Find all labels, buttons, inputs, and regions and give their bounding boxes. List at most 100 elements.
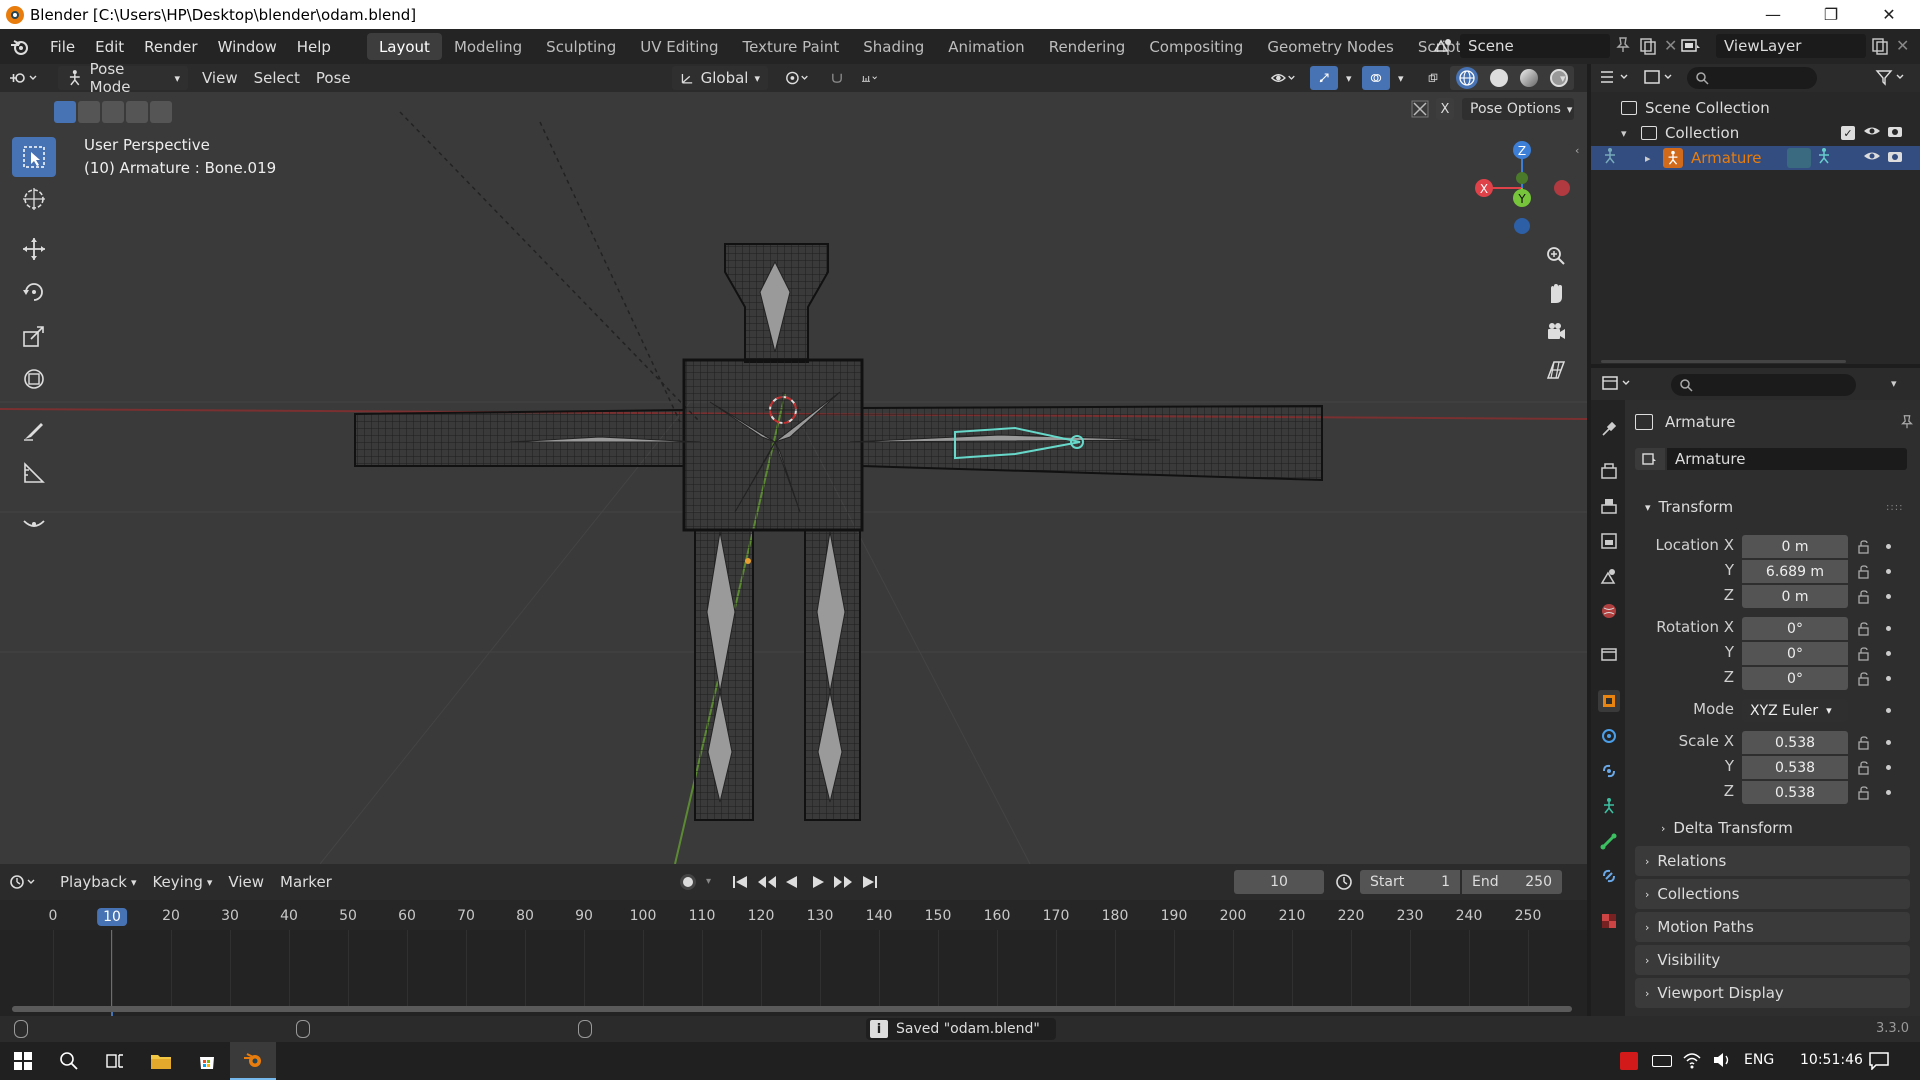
editor-type-icon[interactable] [0,66,52,90]
xray-toggle-icon[interactable] [1420,66,1446,90]
location-x-field[interactable]: 0 m [1742,535,1848,558]
end-frame-field[interactable]: End 250 [1462,870,1562,894]
collections-panel[interactable]: › Collections [1635,879,1910,909]
rotation-mode-dropdown[interactable]: XYZ Euler ▾ [1742,699,1848,722]
cursor-tool[interactable] [12,179,56,219]
playback-menu[interactable]: Playback ▾ [52,870,144,894]
select-invert-icon[interactable] [126,101,148,123]
scene-browse-icon[interactable] [1428,34,1458,58]
select-subtract-icon[interactable] [102,101,124,123]
task-view-icon[interactable] [92,1042,138,1080]
camera-icon[interactable] [1540,316,1572,348]
battery-icon[interactable] [1652,1055,1672,1067]
material-shading-icon[interactable] [1520,69,1538,87]
select-box-tool[interactable] [12,137,56,177]
menu-help[interactable]: Help [287,29,341,64]
status-report[interactable]: i Saved "odam.blend" [866,1018,1056,1040]
chevron-down-icon[interactable]: ▾ [1552,66,1572,90]
marker-menu[interactable]: Marker [272,870,340,894]
wifi-icon[interactable] [1682,1050,1702,1074]
viewport-display-panel[interactable]: › Viewport Display [1635,978,1910,1008]
menu-edit[interactable]: Edit [85,29,134,64]
move-tool[interactable] [12,229,56,269]
lock-icon[interactable] [1857,761,1873,775]
object-name-field[interactable]: Armature [1667,448,1907,470]
notifications-icon[interactable] [1868,1050,1890,1074]
start-frame-field[interactable]: Start 1 [1360,870,1460,894]
properties-editor-type-icon[interactable] [1601,374,1641,394]
snap-target-icon[interactable] [852,66,888,90]
eye-icon[interactable] [1863,124,1881,142]
solid-shading-icon[interactable] [1490,69,1508,87]
chevron-right-icon[interactable]: ▸ [1645,152,1657,165]
properties-search-input[interactable] [1671,374,1856,396]
keyframe-dot-icon[interactable] [1886,569,1891,574]
jump-end-icon[interactable] [858,873,880,891]
tool-tab-icon[interactable] [1598,418,1620,440]
wireframe-shading-icon[interactable] [1456,67,1478,89]
outliner-editor-type-icon[interactable] [1599,68,1639,88]
pose-bones-icon[interactable] [1815,147,1833,169]
outliner-row-scene-collection[interactable]: Scene Collection [1591,96,1920,120]
menu-select[interactable]: Select [246,66,308,90]
keyframe-dot-icon[interactable] [1886,765,1891,770]
menu-file[interactable]: File [40,29,85,64]
relations-panel[interactable]: › Relations [1635,846,1910,876]
zoom-icon[interactable] [1540,240,1572,272]
navigation-gizmo[interactable]: Z X Y [1470,132,1580,242]
language-indicator[interactable]: ENG [1744,1052,1774,1068]
timeline-area[interactable]: 0 10 20 30 40 50 60 70 80 90 100 110 120 130 140 150 160… [0,900,1587,1020]
viewlayer-name-field[interactable]: ViewLayer [1716,34,1866,58]
delta-transform-panel[interactable]: › Delta Transform [1651,813,1910,843]
tab-uv-editing[interactable]: UV Editing [628,33,730,60]
rotate-tool[interactable] [12,272,56,312]
chevron-down-icon[interactable]: ▾ [706,876,711,887]
menu-render[interactable]: Render [134,29,207,64]
lock-icon[interactable] [1857,647,1873,661]
store-icon[interactable] [184,1042,230,1080]
scene-name-field[interactable]: Scene [1460,34,1610,58]
keyframe-dot-icon[interactable] [1886,544,1891,549]
next-keyframe-icon[interactable] [832,873,854,891]
rotation-z-field[interactable]: 0° [1742,667,1848,690]
relax-pose-tool[interactable] [12,502,56,542]
prev-keyframe-icon[interactable] [756,873,778,891]
clock-icon[interactable] [1334,872,1354,892]
tab-compositing[interactable]: Compositing [1137,33,1255,60]
xmirror-icon[interactable] [1410,99,1434,121]
snap-icon[interactable] [822,66,852,90]
tab-modeling[interactable]: Modeling [442,33,534,60]
blender-menu-icon[interactable] [0,29,40,64]
rotation-x-field[interactable]: 0° [1742,617,1848,640]
display-mode-icon[interactable] [1643,68,1683,88]
transform-tool[interactable] [12,359,56,399]
pivot-point-icon[interactable] [776,66,820,90]
keyframe-dot-icon[interactable] [1886,626,1891,631]
lock-icon[interactable] [1857,786,1873,800]
filter-icon[interactable] [1875,68,1913,88]
lock-icon[interactable] [1857,672,1873,686]
location-y-field[interactable]: 6.689 m [1742,560,1848,583]
antivirus-tray-icon[interactable] [1620,1052,1638,1070]
lock-icon[interactable] [1857,540,1873,554]
xmirror-toggle[interactable]: X [1436,98,1454,120]
new-scene-icon[interactable] [1638,36,1660,56]
keyframe-dot-icon[interactable] [1886,676,1891,681]
bone-constraints-tab-icon[interactable] [1598,865,1620,887]
keyframe-dot-icon[interactable] [1886,651,1891,656]
transform-panel-header[interactable]: ▾ Transform [1635,492,1910,522]
scale-z-field[interactable]: 0.538 [1742,781,1848,804]
outliner-row-armature[interactable]: ▸ Armature [1591,146,1920,170]
chevron-down-icon[interactable]: ▾ [1338,66,1354,90]
object-browse-icon[interactable] [1635,448,1665,470]
tab-layout[interactable]: Layout [366,33,442,60]
select-extend-icon[interactable] [78,101,100,123]
scene-pin-icon[interactable] [1614,36,1634,56]
tab-sculpting[interactable]: Sculpting [534,33,628,60]
play-icon[interactable] [807,873,829,891]
motion-paths-panel[interactable]: › Motion Paths [1635,912,1910,942]
render-tab-icon[interactable] [1598,460,1620,482]
render-camera-icon[interactable] [1887,149,1903,167]
eye-icon[interactable] [1863,149,1881,167]
chevron-down-icon[interactable]: ▾ [1891,377,1897,390]
